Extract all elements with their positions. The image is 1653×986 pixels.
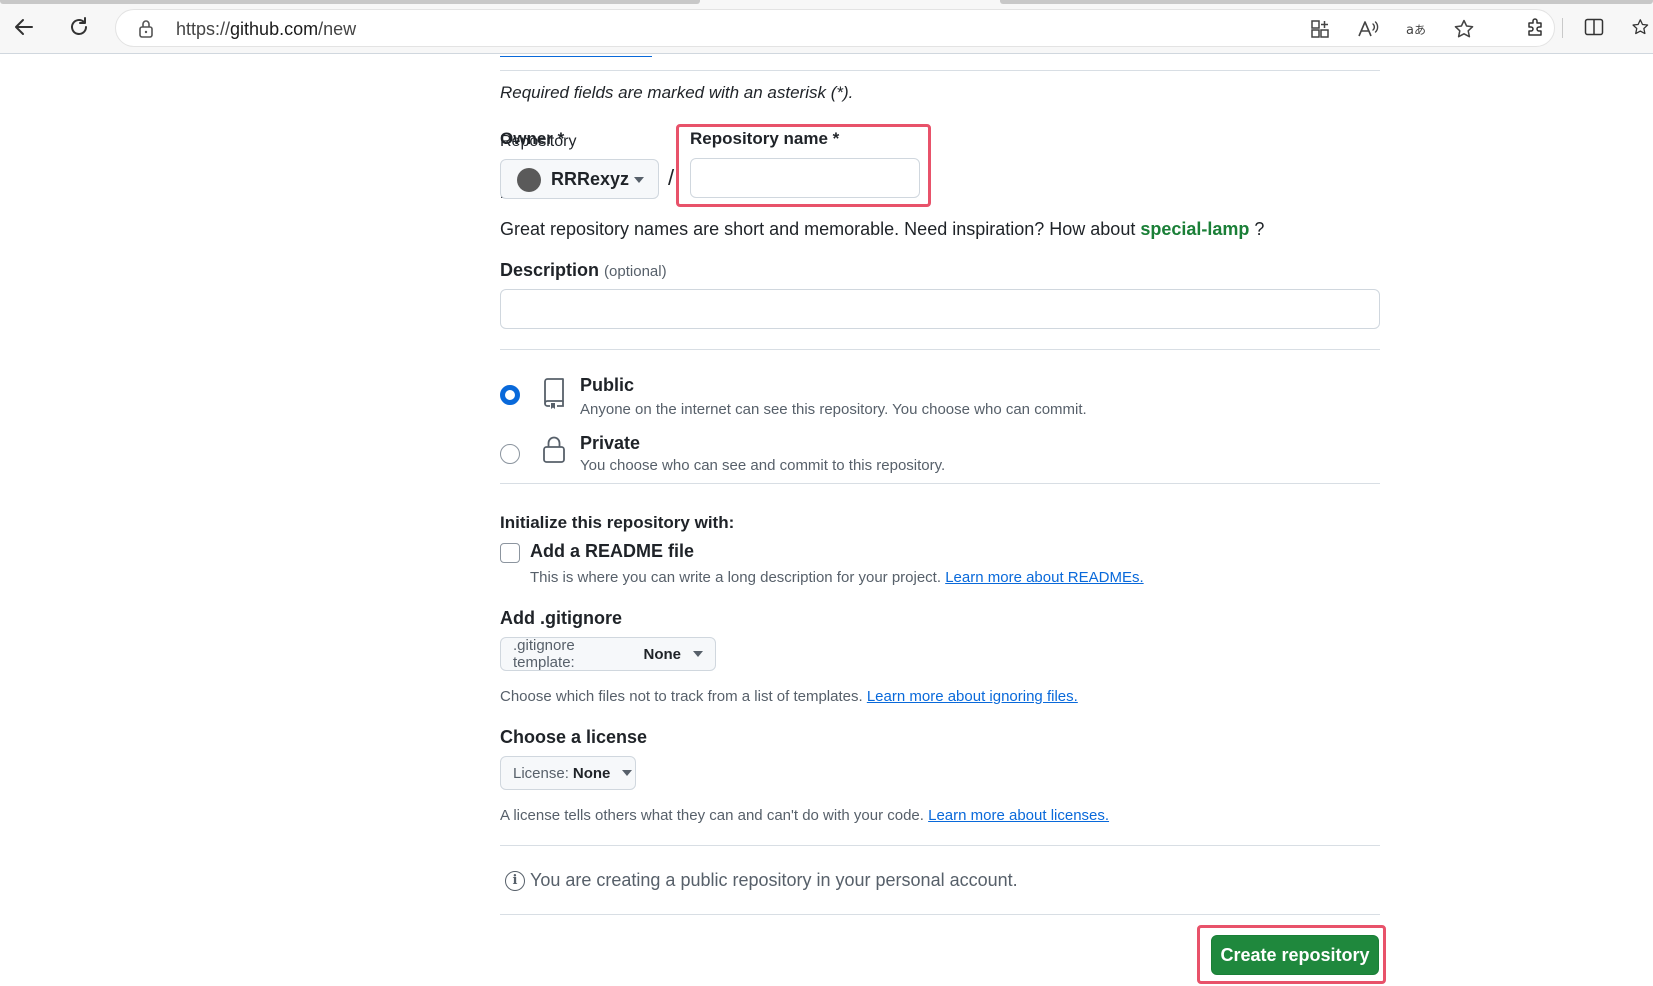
reload-icon[interactable] — [64, 12, 94, 42]
lock-icon — [541, 435, 567, 465]
svg-text:a: a — [1406, 23, 1414, 38]
license-label: Choose a license — [500, 727, 648, 747]
favorites-icon[interactable] — [1631, 14, 1653, 40]
info-text: You are creating a public repository in … — [530, 870, 1018, 890]
suggestion-suffix: ? — [1254, 219, 1265, 239]
split-screen-icon[interactable] — [1581, 14, 1607, 40]
description-input[interactable] — [500, 289, 1380, 329]
divider — [500, 914, 1380, 915]
repo-icon — [541, 377, 567, 409]
private-description: You choose who can see and commit to thi… — [580, 457, 946, 474]
license-help: A license tells others what they can and… — [500, 807, 1109, 824]
readme-desc-text: This is where you can write a long descr… — [530, 569, 942, 586]
divider — [500, 349, 1380, 350]
required-fields-note: Required fields are marked with an aster… — [500, 83, 854, 102]
browser-toolbar: https://github.com/new aあ — [0, 0, 1653, 54]
chevron-down-icon — [634, 177, 644, 183]
readme-description: This is where you can write a long descr… — [530, 569, 1144, 586]
svg-text:あ: あ — [1414, 23, 1426, 37]
url-host: github.com — [230, 19, 319, 39]
description-label: Description (optional) — [500, 260, 667, 281]
readme-checkbox[interactable] — [500, 543, 520, 563]
public-repo-info: i You are creating a public repository i… — [505, 870, 1018, 891]
readme-learn-more-link[interactable]: Learn more about READMEs. — [945, 569, 1143, 586]
public-title[interactable]: Public — [580, 375, 634, 396]
private-radio[interactable] — [500, 444, 520, 464]
gitignore-select-prefix: .gitignore template: — [513, 637, 575, 671]
divider — [500, 845, 1380, 846]
gitignore-label: Add .gitignore — [500, 608, 622, 628]
owner-repo-separator: / — [668, 165, 675, 190]
owner-select[interactable]: RRRexyz — [500, 159, 659, 199]
owner-value: RRRexyz — [551, 169, 630, 189]
divider — [500, 70, 1380, 71]
gitignore-select-value: None — [643, 645, 682, 663]
new-repository-page: Required fields are marked with an aster… — [0, 55, 1653, 986]
app-grid-icon[interactable] — [1309, 18, 1331, 40]
info-icon: i — [505, 870, 525, 891]
toolbar-divider — [1562, 18, 1563, 38]
description-optional: (optional) — [604, 263, 667, 280]
public-description: Anyone on the internet can see this repo… — [580, 401, 1087, 418]
description-label-text: Description — [500, 260, 600, 280]
repo-name-label: Repository name * — [690, 129, 840, 148]
url-scheme: https:// — [176, 19, 231, 39]
suggested-name-link[interactable]: special-lamp — [1140, 219, 1249, 239]
tab-strip-edge — [0, 0, 700, 4]
address-bar[interactable]: https://github.com/new aあ — [115, 9, 1555, 47]
license-select-value: None — [572, 764, 611, 782]
license-select-prefix: License: — [513, 764, 569, 782]
avatar — [517, 168, 541, 192]
gitignore-learn-more-link[interactable]: Learn more about ignoring files. — [867, 688, 1078, 705]
tab-strip-edge — [1000, 0, 1653, 4]
gitignore-help-text: Choose which files not to track from a l… — [500, 688, 863, 705]
back-arrow-icon[interactable] — [9, 12, 39, 42]
lock-icon[interactable] — [138, 19, 154, 44]
private-title[interactable]: Private — [580, 433, 640, 454]
suggestion-text: Great repository names are short and mem… — [500, 219, 1136, 239]
translate-icon[interactable]: aあ — [1405, 18, 1427, 40]
divider — [500, 483, 1380, 484]
gitignore-select[interactable]: .gitignore template: None — [500, 637, 716, 671]
url-text: https://github.com/new — [176, 19, 356, 40]
favorite-star-icon[interactable] — [1453, 18, 1475, 40]
repo-name-suggestion: Great repository names are short and mem… — [500, 219, 1264, 240]
readme-title[interactable]: Add a README file — [530, 541, 694, 562]
repo-name-input[interactable] — [690, 158, 920, 198]
scrolled-link-fragment[interactable] — [500, 49, 652, 57]
initialize-label: Initialize this repository with: — [500, 513, 735, 532]
license-learn-more-link[interactable]: Learn more about licenses. — [928, 807, 1109, 824]
chevron-down-icon — [693, 651, 703, 657]
read-aloud-icon[interactable] — [1357, 18, 1379, 40]
url-path: /new — [318, 19, 357, 39]
chevron-down-icon — [622, 770, 633, 776]
license-help-text: A license tells others what they can and… — [500, 807, 924, 824]
license-select[interactable]: License: None — [500, 756, 636, 790]
public-radio[interactable] — [500, 385, 520, 405]
extensions-icon[interactable] — [1523, 14, 1549, 40]
create-repository-button[interactable]: Create repository — [1211, 935, 1379, 975]
gitignore-help: Choose which files not to track from a l… — [500, 688, 1078, 705]
